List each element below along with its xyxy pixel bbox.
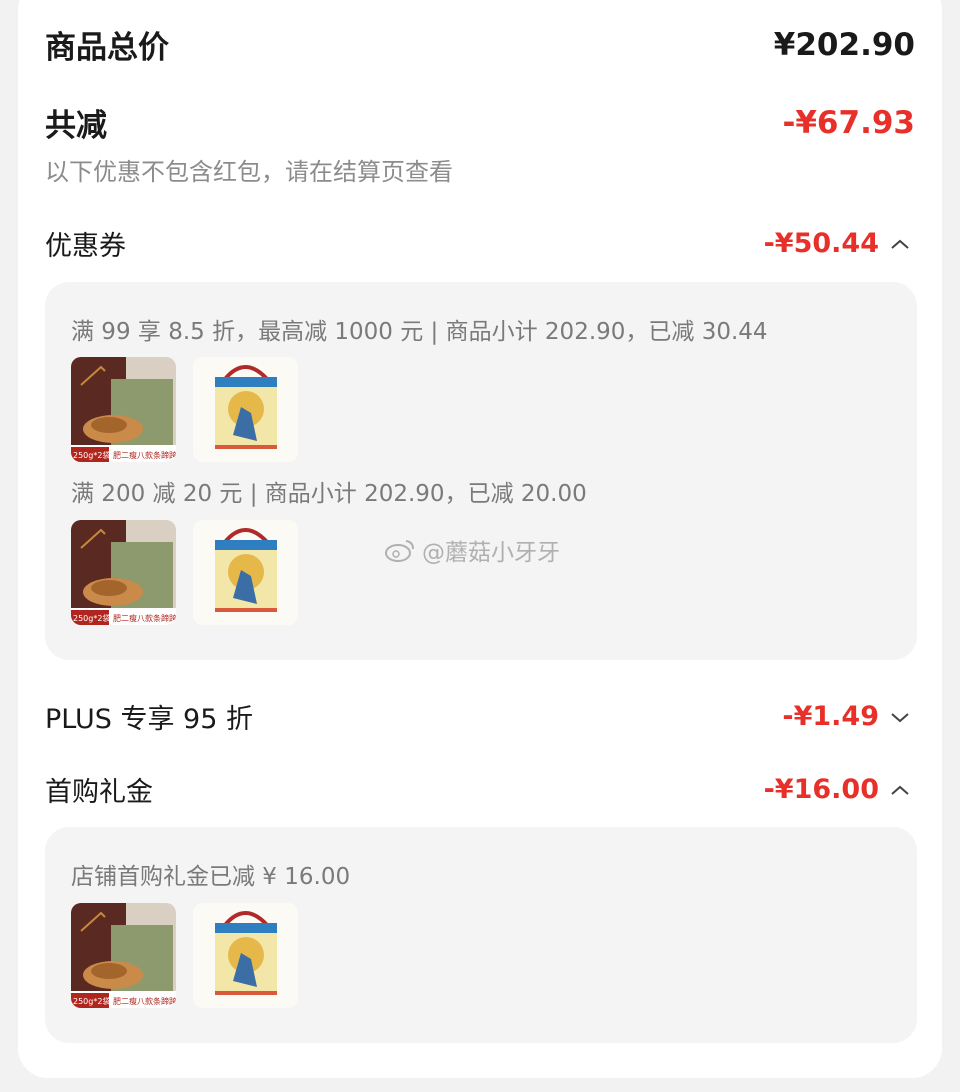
- total-discount-label: 共减: [45, 108, 107, 144]
- total-price-row: 商品总价 ¥202.90: [45, 22, 915, 67]
- product-thumb-snack[interactable]: 250g*2袋 肥二瘦八款条蹄跨: [71, 357, 176, 462]
- chevron-up-icon[interactable]: [885, 234, 915, 254]
- chevron-up-icon[interactable]: [885, 780, 915, 800]
- weibo-icon: [384, 537, 416, 563]
- watermark-text: @蘑菇小牙牙: [422, 540, 560, 566]
- plus-discount-value: -¥1.49: [782, 701, 879, 732]
- coupon-rule-2-products: 250g*2袋 肥二瘦八款条蹄跨: [71, 520, 298, 625]
- plus-discount-label: PLUS 专享 95 折: [45, 704, 253, 735]
- snack-weight-badge: 250g*2袋: [73, 450, 110, 460]
- coupon-rule-1: 满 99 享 8.5 折，最高减 1000 元 | 商品小计 202.90，已减…: [71, 319, 768, 345]
- snack-caption: 肥二瘦八款条蹄跨: [113, 996, 176, 1006]
- coupon-amount: -¥50.44: [764, 228, 915, 259]
- coupon-detail-panel: 满 99 享 8.5 折，最高减 1000 元 | 商品小计 202.90，已减…: [45, 282, 917, 660]
- coupon-value: -¥50.44: [763, 228, 879, 259]
- first-purchase-rule: 店铺首购礼金已减 ¥ 16.00: [71, 864, 351, 890]
- discount-note: 以下优惠不包含红包，请在结算页查看: [45, 158, 453, 186]
- first-purchase-amount: -¥16.00: [764, 774, 915, 805]
- snack-caption: 肥二瘦八款条蹄跨: [113, 613, 176, 623]
- first-purchase-detail-panel: 店铺首购礼金已减 ¥ 16.00 250g*2袋 肥二瘦八款条蹄跨: [45, 827, 917, 1043]
- snack-caption: 肥二瘦八款条蹄跨: [113, 450, 176, 460]
- product-thumb-cookie-box[interactable]: [193, 903, 298, 1008]
- product-thumb-snack[interactable]: 250g*2袋 肥二瘦八款条蹄跨: [71, 903, 176, 1008]
- snack-weight-badge: 250g*2袋: [73, 613, 110, 623]
- product-thumb-cookie-box[interactable]: [193, 357, 298, 462]
- coupon-rule-2: 满 200 减 20 元 | 商品小计 202.90，已减 20.00: [71, 481, 587, 507]
- plus-discount-amount: -¥1.49: [782, 701, 915, 732]
- first-purchase-products: 250g*2袋 肥二瘦八款条蹄跨: [71, 903, 298, 1008]
- total-discount-row: 共减 -¥67.93: [45, 100, 915, 145]
- first-purchase-value: -¥16.00: [763, 774, 879, 805]
- snack-weight-badge: 250g*2袋: [73, 996, 110, 1006]
- coupon-row[interactable]: 优惠券 -¥50.44: [45, 224, 915, 263]
- chevron-down-icon[interactable]: [885, 707, 915, 727]
- total-discount-value: -¥67.93: [782, 104, 916, 141]
- watermark: @蘑菇小牙牙: [384, 533, 560, 567]
- coupon-label: 优惠券: [45, 231, 126, 262]
- total-price-value: ¥202.90: [773, 26, 915, 63]
- first-purchase-label: 首购礼金: [45, 777, 153, 808]
- total-price-label: 商品总价: [45, 30, 169, 66]
- product-thumb-cookie-box[interactable]: [193, 520, 298, 625]
- first-purchase-row[interactable]: 首购礼金 -¥16.00: [45, 770, 915, 809]
- product-thumb-snack[interactable]: 250g*2袋 肥二瘦八款条蹄跨: [71, 520, 176, 625]
- coupon-rule-1-products: 250g*2袋 肥二瘦八款条蹄跨: [71, 357, 298, 462]
- plus-discount-row[interactable]: PLUS 专享 95 折 -¥1.49: [45, 697, 915, 736]
